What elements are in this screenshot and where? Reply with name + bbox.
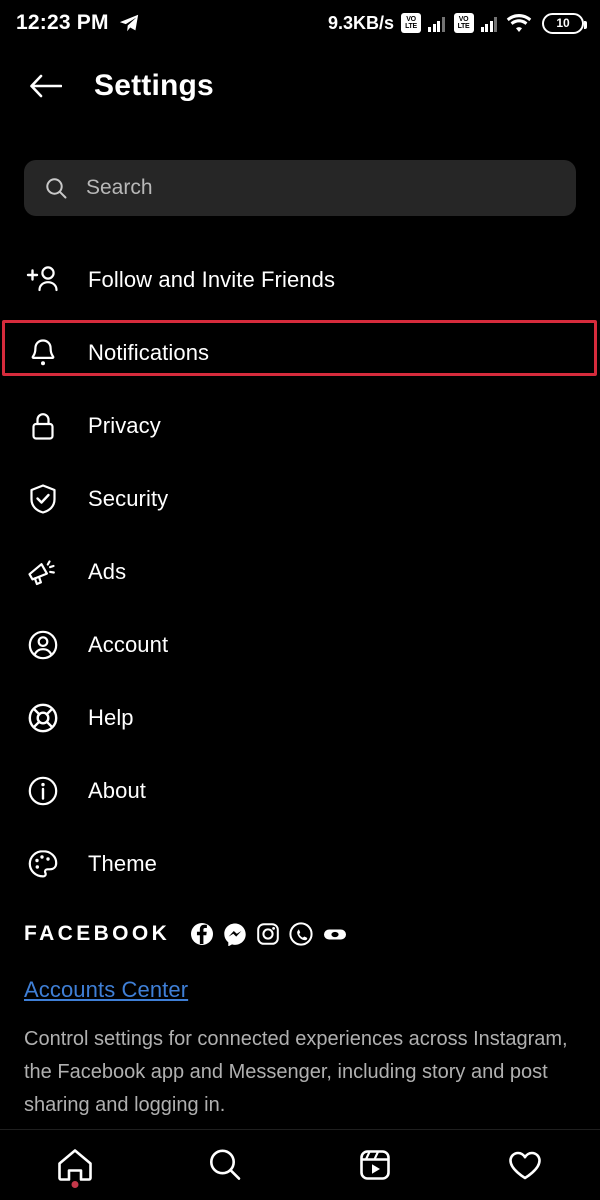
- status-time: 12:23 PM: [16, 11, 109, 34]
- megaphone-icon: [24, 553, 62, 591]
- nav-item-search[interactable]: [150, 1130, 300, 1200]
- menu-item-label: Account: [88, 631, 169, 657]
- palette-icon: [24, 845, 62, 883]
- search-placeholder: Search: [86, 176, 153, 199]
- volte-top-label: VO: [406, 16, 416, 23]
- menu-item-privacy[interactable]: Privacy: [0, 389, 600, 462]
- search-input[interactable]: Search: [24, 160, 576, 216]
- menu-item-security[interactable]: Security: [0, 462, 600, 535]
- menu-item-label: Privacy: [88, 412, 161, 438]
- menu-item-label: Ads: [88, 558, 127, 584]
- bell-icon: [24, 334, 62, 372]
- signal-bars-sim2-icon: [480, 15, 497, 32]
- nav-item-reels[interactable]: [300, 1130, 450, 1200]
- search-icon: [205, 1146, 245, 1184]
- menu-item-label: Notifications: [88, 339, 210, 365]
- battery-indicator: 10: [542, 12, 587, 34]
- menu-item-label: Security: [88, 485, 169, 511]
- facebook-section-description: Control settings for connected experienc…: [24, 1028, 568, 1116]
- menu-item-account[interactable]: Account: [0, 608, 600, 681]
- back-arrow-icon: [28, 71, 62, 101]
- menu-item-theme[interactable]: Theme: [0, 827, 600, 900]
- menu-item-help[interactable]: Help: [0, 681, 600, 754]
- signal-bars-sim1-icon: [428, 15, 445, 32]
- search-icon: [44, 176, 68, 200]
- accounts-center-link[interactable]: Accounts Center: [24, 977, 576, 1003]
- menu-item-notifications[interactable]: Notifications: [0, 316, 600, 389]
- instagram-settings-screen: 12:23 PM 9.3KB/s VO LTE VO LTE 10 Settin…: [0, 0, 600, 1200]
- oculus-icon: [322, 923, 348, 945]
- status-bar: 12:23 PM 9.3KB/s VO LTE VO LTE 10: [0, 0, 600, 46]
- facebook-icon: [190, 922, 214, 946]
- search-container: Search: [24, 160, 576, 216]
- home-icon: [55, 1146, 95, 1184]
- wifi-icon: [506, 13, 532, 33]
- menu-item-label: Theme: [88, 850, 157, 876]
- shield-check-icon: [24, 480, 62, 518]
- telegram-send-icon: [118, 12, 140, 34]
- status-bar-right: 9.3KB/s VO LTE VO LTE 10: [327, 12, 587, 34]
- lock-icon: [24, 407, 62, 445]
- person-plus-icon: [24, 261, 62, 299]
- settings-menu-list: Follow and Invite Friends Notifications …: [0, 243, 600, 900]
- messenger-icon: [223, 922, 247, 946]
- menu-item-about[interactable]: About: [0, 754, 600, 827]
- home-active-dot: [71, 1181, 79, 1188]
- account-circle-icon: [24, 626, 62, 664]
- nav-item-activity[interactable]: [450, 1130, 600, 1200]
- volte-bottom-label-2: LTE: [457, 23, 470, 30]
- menu-item-follow-and-invite-friends[interactable]: Follow and Invite Friends: [0, 243, 600, 316]
- instagram-icon: [256, 922, 280, 946]
- info-circle-icon: [24, 772, 62, 810]
- battery-level: 10: [556, 16, 570, 30]
- menu-item-label: Help: [88, 704, 134, 730]
- network-speed: 9.3KB/s: [327, 12, 394, 33]
- back-button[interactable]: [22, 63, 68, 109]
- life-ring-icon: [24, 699, 62, 737]
- heart-icon: [505, 1146, 545, 1184]
- volte-signal-icon-2: VO LTE: [453, 13, 474, 33]
- volte-top-label-2: VO: [458, 16, 469, 23]
- page-title: Settings: [94, 69, 214, 102]
- whatsapp-icon: [289, 922, 313, 946]
- volte-signal-icon: VO LTE: [401, 13, 421, 33]
- nav-item-home[interactable]: [0, 1130, 150, 1200]
- volte-bottom-label: LTE: [405, 23, 417, 30]
- status-bar-left: 12:23 PM: [16, 11, 140, 35]
- menu-item-label: About: [88, 777, 146, 803]
- facebook-brand-label: FACEBOOK: [24, 922, 171, 945]
- facebook-brand-row: FACEBOOK: [24, 922, 576, 946]
- app-header: Settings: [0, 46, 600, 126]
- facebook-section: FACEBOOK Accounts Center Control setting…: [24, 922, 576, 1122]
- reels-icon: [355, 1146, 395, 1184]
- menu-item-label: Follow and Invite Friends: [88, 266, 336, 292]
- bottom-navigation-bar: [0, 1130, 600, 1200]
- facebook-app-icons: [190, 922, 348, 946]
- menu-item-ads[interactable]: Ads: [0, 535, 600, 608]
